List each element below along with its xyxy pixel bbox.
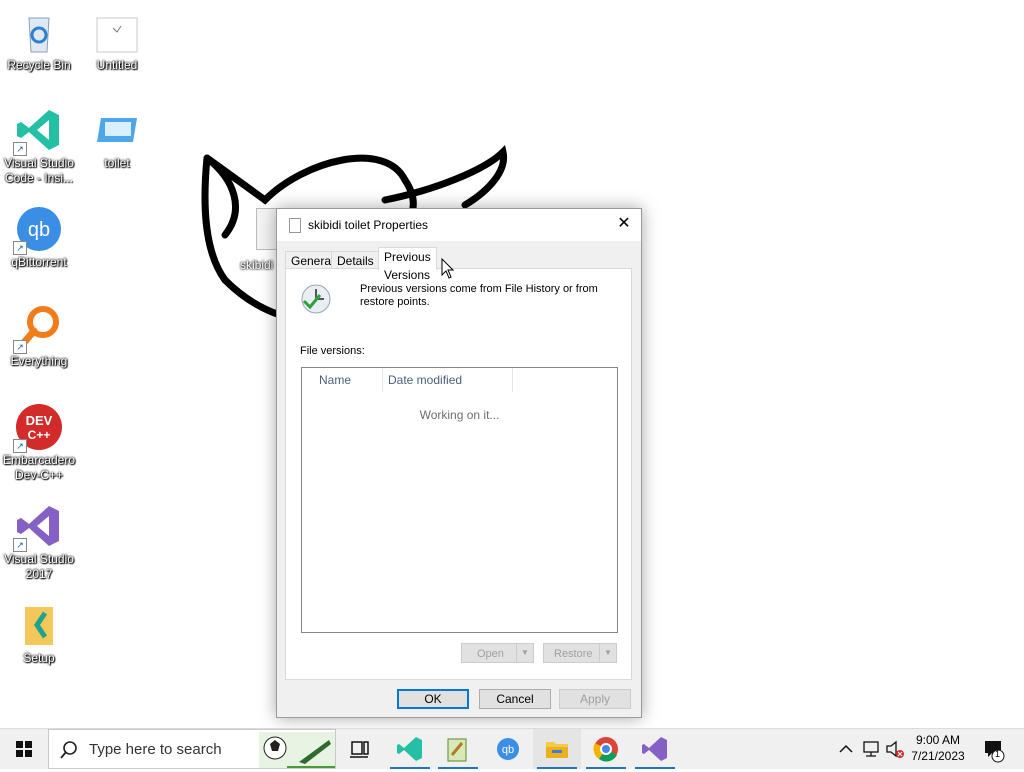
image-file-icon (93, 106, 141, 154)
desktop-icon-label: qBittorrent (11, 255, 67, 269)
restore-button-label: Restore (554, 648, 593, 660)
svg-text:qb: qb (502, 744, 514, 756)
chevron-down-icon[interactable]: ▼ (516, 644, 533, 662)
svg-text:C++: C++ (28, 428, 51, 442)
desktop-icon-label: Visual Studio 2017 (4, 552, 74, 581)
search-highlight-image-icon (259, 732, 335, 768)
desktop-icon-label: Everything (10, 354, 68, 368)
network-icon (863, 741, 879, 757)
desktop-icon-label: Untitled (96, 58, 138, 72)
taskbar: Type here to search qb 9:00 AM 7/21/2023… (0, 728, 1024, 769)
svg-text:DEV: DEV (26, 413, 53, 428)
desktop-file-label: skibidi (240, 258, 274, 272)
taskbar-qbittorrent[interactable]: qb (484, 729, 532, 769)
apply-button[interactable]: Apply (559, 689, 631, 709)
open-button[interactable]: Open ▼ (461, 643, 534, 663)
restore-clock-icon (301, 284, 331, 314)
vscode-insiders-icon: ↗ (13, 106, 63, 156)
document-icon (289, 218, 301, 233)
vscode-insiders-icon (397, 737, 422, 761)
desktop-icon-toilet[interactable]: toilet (79, 106, 155, 171)
file-versions-label: File versions: (300, 345, 365, 357)
windows-logo-icon (16, 741, 32, 757)
dialog-titlebar[interactable]: skibidi toilet Properties ✕ (277, 209, 641, 241)
shortcut-arrow-icon: ↗ (13, 439, 27, 453)
shortcut-arrow-icon: ↗ (13, 241, 27, 255)
svg-text:qb: qb (28, 219, 50, 241)
list-status: Working on it... (419, 408, 500, 422)
clock-date: 7/21/2023 (911, 749, 965, 763)
visual-studio-icon: ↗ (13, 502, 63, 552)
file-versions-list[interactable]: Name Date modified Working on it... (301, 367, 618, 633)
taskbar-visual-studio[interactable] (631, 729, 679, 769)
cancel-button[interactable]: Cancel (479, 689, 551, 709)
shortcut-arrow-icon: ↗ (13, 340, 27, 354)
visual-studio-icon (642, 737, 667, 761)
task-view-button[interactable] (336, 729, 384, 769)
qbittorrent-icon: qb ↗ (13, 205, 63, 255)
shortcut-arrow-icon: ↗ (13, 142, 27, 156)
dialog-title: skibidi toilet Properties (308, 218, 429, 232)
restore-button[interactable]: Restore ▼ (543, 643, 617, 663)
volume-muted-icon (886, 740, 904, 758)
desktop-icon-label: toilet (104, 156, 130, 170)
shortcut-arrow-icon: ↗ (13, 538, 27, 552)
chrome-icon (593, 737, 618, 762)
start-button[interactable] (0, 729, 48, 769)
setup-icon (15, 601, 63, 649)
devcpp-icon: DEV C++ ↗ (13, 403, 63, 453)
desktop-icon-recycle-bin[interactable]: Recycle Bin (1, 8, 77, 73)
qbittorrent-icon: qb (497, 738, 519, 760)
notepad-plus-icon (447, 738, 467, 762)
search-placeholder: Type here to search (89, 741, 222, 758)
task-view-icon (350, 741, 369, 758)
column-name[interactable]: Name (313, 368, 383, 392)
properties-dialog: skibidi toilet Properties ✕ General Deta… (276, 208, 642, 718)
desktop-icon-devcpp[interactable]: DEV C++ ↗ Embarcadero Dev-C++ (1, 403, 77, 483)
open-button-label: Open (477, 648, 504, 660)
desktop-icon-untitled[interactable]: Untitled (79, 8, 155, 73)
volume-tray-button[interactable] (884, 729, 906, 769)
ok-button[interactable]: OK (397, 689, 469, 709)
desktop-icon-setup[interactable]: Setup (1, 601, 77, 666)
taskbar-vscode-insiders[interactable] (386, 729, 434, 769)
desktop-icon-vscode-insiders[interactable]: ↗ Visual Studio Code - Insi... (1, 106, 77, 186)
chevron-down-icon[interactable]: ▼ (599, 644, 616, 662)
magnifier-icon: ↗ (13, 304, 63, 354)
notification-count: 1 (995, 749, 1001, 759)
show-hidden-icons-button[interactable] (836, 729, 856, 769)
desktop-icon-qbittorrent[interactable]: qb ↗ qBittorrent (1, 205, 77, 270)
search-box[interactable]: Type here to search (48, 729, 336, 769)
desktop-icon-label: Recycle Bin (7, 58, 71, 72)
mouse-cursor-icon (441, 258, 455, 279)
recycle-bin-icon (15, 8, 63, 56)
close-icon[interactable]: ✕ (607, 209, 641, 239)
desktop-icon-label: Embarcadero Dev-C++ (2, 453, 76, 482)
blank-document-icon (93, 8, 141, 56)
tab-previous-versions[interactable]: Previous Versions (378, 247, 437, 282)
search-icon (60, 741, 77, 759)
desktop-icon-visual-studio[interactable]: ↗ Visual Studio 2017 (1, 502, 77, 582)
info-text: Previous versions come from File History… (360, 283, 598, 308)
list-header: Name Date modified (302, 368, 617, 392)
column-date-modified[interactable]: Date modified (382, 368, 513, 392)
folder-icon (546, 742, 568, 758)
desktop-icon-label: Visual Studio Code - Insi... (4, 156, 74, 185)
previous-versions-panel: Previous versions come from File History… (285, 268, 632, 680)
action-center-button[interactable]: 1 (980, 729, 1020, 769)
chevron-up-icon (839, 744, 853, 753)
taskbar-file-explorer[interactable] (533, 729, 581, 769)
clock-time: 9:00 AM (915, 733, 961, 747)
taskbar-chrome[interactable] (582, 729, 630, 769)
desktop-icon-label: Setup (23, 651, 55, 665)
taskbar-notepad-plus[interactable] (434, 729, 482, 769)
system-clock[interactable]: 9:00 AM 7/21/2023 (906, 732, 970, 764)
network-tray-button[interactable] (860, 729, 884, 769)
desktop-icon-everything[interactable]: ↗ Everything (1, 304, 77, 369)
